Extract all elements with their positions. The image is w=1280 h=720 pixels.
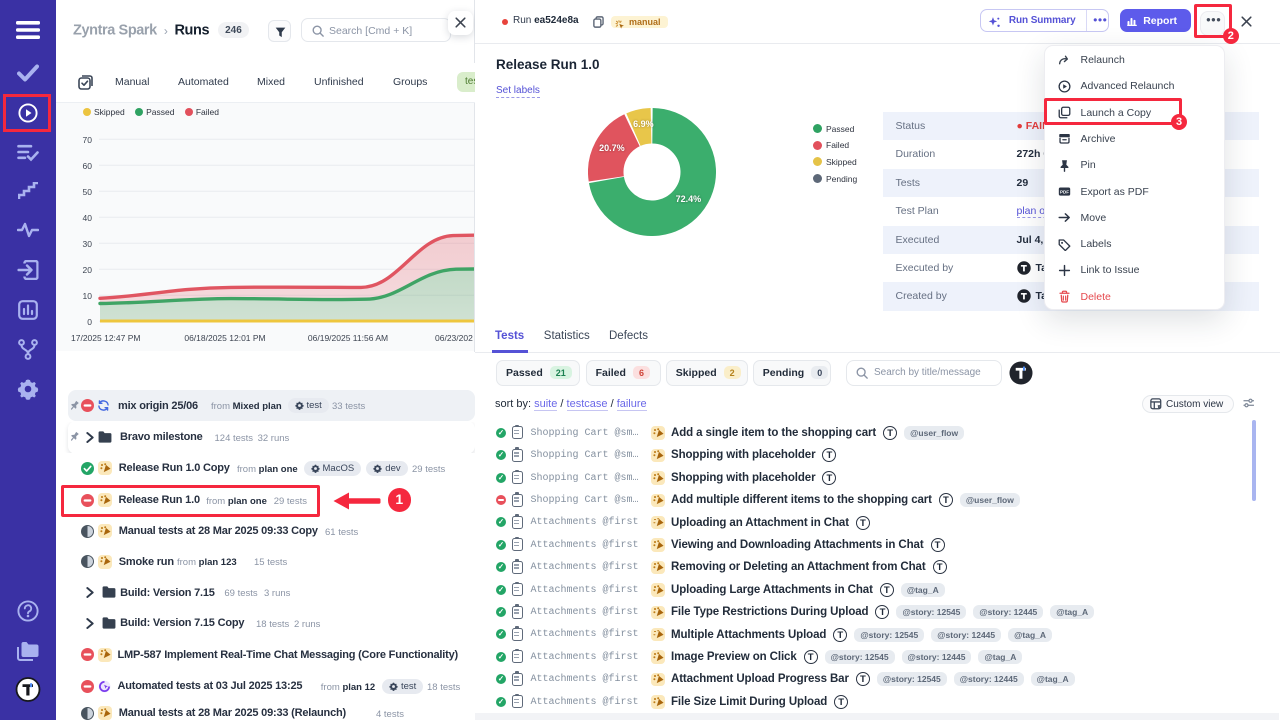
svg-text:06/23/202: 06/23/202 — [435, 333, 473, 343]
svg-text:50: 50 — [83, 187, 93, 197]
svg-text:30: 30 — [83, 239, 93, 249]
svg-text:10: 10 — [83, 291, 93, 301]
svg-text:PDF: PDF — [1060, 190, 1069, 195]
svg-text:20: 20 — [83, 265, 93, 275]
svg-text:70: 70 — [83, 135, 93, 145]
svg-text:40: 40 — [83, 213, 93, 223]
svg-text:60: 60 — [83, 161, 93, 171]
svg-text:0: 0 — [87, 317, 92, 327]
svg-text:06/19/2025 11:56 AM: 06/19/2025 11:56 AM — [308, 333, 388, 343]
svg-text:06/18/2025 12:01 PM: 06/18/2025 12:01 PM — [184, 333, 265, 343]
svg-text:17/2025 12:47 PM: 17/2025 12:47 PM — [71, 333, 140, 343]
